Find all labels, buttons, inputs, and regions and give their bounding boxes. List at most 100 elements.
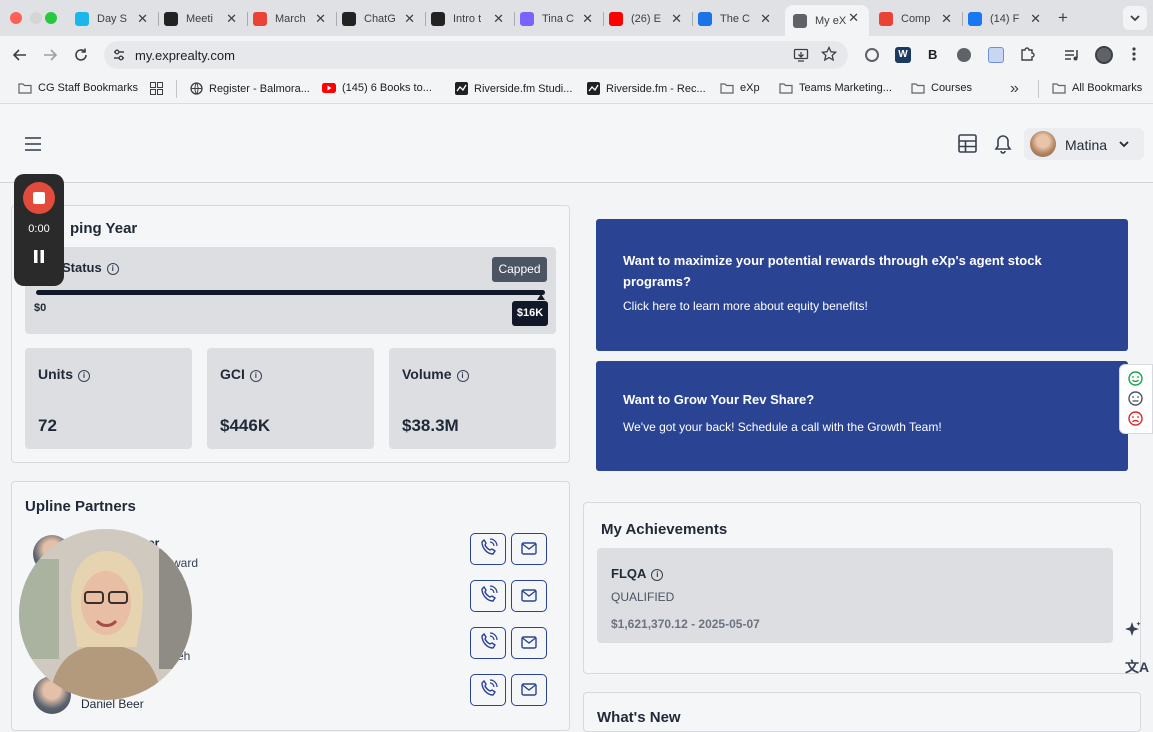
browser-tab[interactable]: Comp ✕ (879, 6, 954, 32)
neutral-face-icon[interactable] (1128, 391, 1143, 406)
pause-recording-icon[interactable] (33, 250, 45, 263)
equity-banner-body[interactable]: Click here to learn more about equity be… (623, 299, 868, 313)
capped-badge: Capped (492, 257, 547, 282)
stop-recording-button[interactable] (23, 182, 55, 214)
youtube-icon (609, 12, 623, 26)
bookmark-item[interactable]: Teams Marketing... (779, 82, 892, 94)
close-tab-icon[interactable]: ✕ (493, 11, 504, 27)
back-icon[interactable] (12, 47, 28, 63)
forward-icon[interactable] (42, 47, 58, 63)
meeting-icon (164, 12, 178, 26)
email-partner-button[interactable] (511, 580, 547, 612)
capping-year-title: ping Year (70, 220, 138, 237)
sad-face-icon[interactable] (1128, 411, 1143, 426)
close-tab-icon[interactable]: ✕ (760, 11, 771, 27)
mail-icon (521, 636, 537, 649)
bookmark-item[interactable]: Riverside.fm - Rec... (587, 82, 706, 95)
close-tab-icon[interactable]: ✕ (226, 11, 237, 27)
call-partner-button[interactable] (470, 627, 506, 659)
extension-screen-icon[interactable] (988, 47, 1004, 63)
tab-search-icon[interactable] (1123, 6, 1147, 30)
maximize-window-button[interactable] (45, 12, 57, 24)
bookmark-item[interactable]: All Bookmarks (1052, 82, 1142, 94)
extension-circle-icon[interactable] (957, 48, 971, 62)
dashboard-grid-icon[interactable] (958, 134, 977, 153)
bookmark-label: Riverside.fm - Rec... (606, 82, 706, 95)
notifications-bell-icon[interactable] (994, 134, 1012, 154)
cap-progress-fill (36, 290, 545, 295)
email-partner-button[interactable] (511, 533, 547, 565)
close-window-button[interactable] (10, 12, 22, 24)
email-partner-button[interactable] (511, 674, 547, 706)
extension-w-icon[interactable]: W (895, 47, 911, 63)
close-tab-icon[interactable]: ✕ (315, 11, 326, 27)
extension-bold-b-icon[interactable]: B (928, 47, 937, 62)
call-partner-button[interactable] (470, 580, 506, 612)
chatgpt-icon (342, 12, 356, 26)
browser-tab[interactable]: The C ✕ (698, 6, 773, 32)
rev-share-banner[interactable] (596, 361, 1128, 471)
close-tab-icon[interactable]: ✕ (582, 11, 593, 27)
info-icon[interactable]: i (106, 263, 119, 275)
bookmark-star-icon[interactable] (821, 46, 837, 62)
browser-tab[interactable]: (14) F ✕ (968, 6, 1043, 32)
info-icon[interactable]: i (249, 370, 262, 382)
extensions-puzzle-icon[interactable] (1019, 46, 1035, 62)
media-controls-icon[interactable] (1064, 47, 1080, 63)
install-app-icon[interactable] (793, 47, 809, 63)
folder-icon (911, 82, 925, 94)
browser-tab[interactable]: (26) E ✕ (609, 6, 684, 32)
tab-title: Day S (97, 13, 127, 25)
rev-share-banner-body[interactable]: We've got your back! Schedule a call wit… (623, 420, 942, 434)
reload-icon[interactable] (73, 47, 89, 63)
minimize-window-button[interactable] (30, 12, 42, 24)
new-tab-icon[interactable]: + (1058, 8, 1068, 28)
bookmark-item[interactable]: Courses (911, 82, 972, 94)
close-tab-icon[interactable]: ✕ (848, 10, 859, 26)
call-partner-button[interactable] (470, 674, 506, 706)
extension-grammarly-icon[interactable] (865, 48, 879, 62)
close-tab-icon[interactable]: ✕ (941, 11, 952, 27)
info-icon[interactable]: i (651, 569, 664, 581)
info-icon[interactable]: i (456, 370, 469, 382)
url-text[interactable]: my.exprealty.com (135, 48, 235, 63)
email-partner-button[interactable] (511, 627, 547, 659)
bookmark-item[interactable]: (145) 6 Books to... (322, 82, 432, 94)
browser-tab[interactable]: ChatG ✕ (342, 6, 417, 32)
bookmark-item[interactable]: Riverside.fm Studi... (455, 82, 572, 95)
achievement-status: QUALIFIED (611, 590, 675, 604)
bookmark-item[interactable]: eXp (720, 82, 760, 94)
bookmarks-overflow-icon[interactable]: » (1010, 80, 1019, 98)
browser-tab[interactable]: My eX ✕ (785, 5, 869, 36)
achievement-detail: $1,621,370.12 - 2025-05-07 (611, 617, 760, 631)
happy-face-icon[interactable] (1128, 371, 1143, 386)
bookmark-label: (145) 6 Books to... (342, 82, 432, 94)
tab-separator (692, 12, 693, 26)
close-tab-icon[interactable]: ✕ (404, 11, 415, 27)
site-settings-icon[interactable] (112, 48, 126, 62)
browser-tab[interactable]: Meeti ✕ (164, 6, 239, 32)
profile-avatar-icon[interactable] (1095, 46, 1113, 64)
messenger-icon (520, 12, 534, 26)
call-partner-button[interactable] (470, 533, 506, 565)
browser-tab[interactable]: Day S ✕ (75, 6, 150, 32)
sparkle-assistant-icon[interactable] (1124, 621, 1142, 639)
browser-menu-icon[interactable] (1131, 46, 1137, 62)
hamburger-menu-icon[interactable] (24, 136, 42, 152)
bookmark-item[interactable]: CG Staff Bookmarks (18, 82, 138, 94)
browser-tab[interactable]: Intro t ✕ (431, 6, 506, 32)
browser-tab[interactable]: March ✕ (253, 6, 328, 32)
browser-tab[interactable]: Tina C ✕ (520, 6, 595, 32)
achievements-title: My Achievements (601, 521, 728, 538)
cap-end-value: $16K (512, 301, 548, 326)
translate-icon[interactable]: 文A (1125, 657, 1149, 677)
bookmark-label: CG Staff Bookmarks (38, 82, 139, 94)
info-icon[interactable]: i (78, 370, 90, 382)
close-tab-icon[interactable]: ✕ (137, 11, 148, 27)
close-tab-icon[interactable]: ✕ (1030, 11, 1041, 27)
stat-label: Volume (402, 366, 452, 382)
stat-label-row: GCI i (220, 366, 262, 382)
bookmark-item[interactable]: Register - Balmora... (190, 82, 310, 95)
apps-grid-icon[interactable] (150, 82, 163, 95)
close-tab-icon[interactable]: ✕ (671, 11, 682, 27)
